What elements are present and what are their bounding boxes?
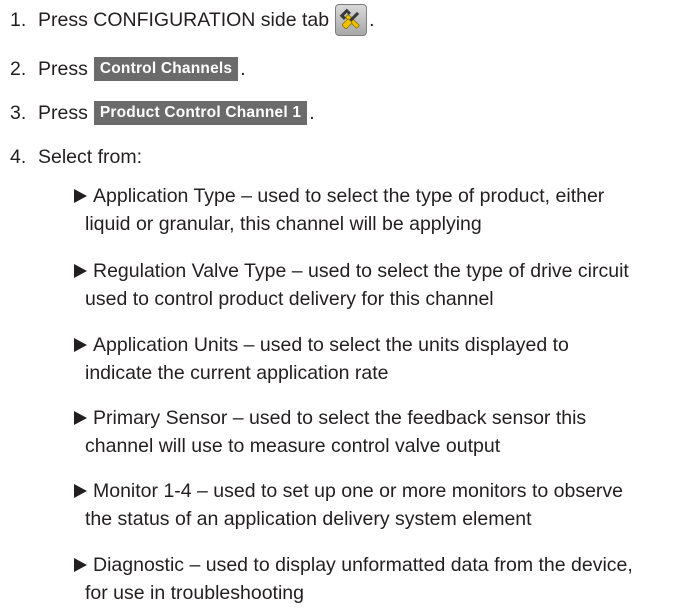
- option-text-line1: Application Units – used to select the u…: [93, 334, 569, 356]
- option-monitor-1-4: Monitor 1-4 – used to set up one or more…: [74, 477, 674, 533]
- step-number: 2.: [10, 58, 27, 80]
- option-text-line2: liquid or granular, this channel will be…: [85, 213, 482, 235]
- option-text-line2: indicate the current application rate: [85, 362, 389, 384]
- option-application-units: Application Units – used to select the u…: [74, 331, 674, 387]
- arrow-bullet-icon: [74, 338, 87, 352]
- step-2: 2. Press Control Channels .: [10, 57, 246, 81]
- option-regulation-valve-type: Regulation Valve Type – used to select t…: [74, 257, 674, 313]
- step-number: 1.: [10, 9, 27, 31]
- configuration-tools-icon[interactable]: [335, 4, 368, 36]
- arrow-bullet-icon: [74, 189, 87, 203]
- step-number: 4.: [10, 146, 27, 168]
- option-text-line1: Diagnostic – used to display unformatted…: [93, 554, 633, 576]
- arrow-bullet-icon: [74, 411, 87, 425]
- control-channels-button[interactable]: Control Channels: [93, 57, 239, 81]
- step-text: Press: [38, 58, 88, 80]
- option-text-line1: Application Type – used to select the ty…: [93, 185, 605, 207]
- option-application-type: Application Type – used to select the ty…: [74, 182, 674, 238]
- option-text-line1: Monitor 1-4 – used to set up one or more…: [93, 480, 624, 502]
- step-text: Press: [38, 102, 88, 124]
- arrow-bullet-icon: [74, 264, 87, 278]
- option-diagnostic: Diagnostic – used to display unformatted…: [74, 551, 674, 607]
- step-1: 1. Press CONFIGURATION side tab .: [10, 4, 375, 36]
- instruction-page: 1. Press CONFIGURATION side tab . 2. Pre…: [0, 0, 679, 614]
- option-text-line1: Regulation Valve Type – used to select t…: [93, 260, 629, 282]
- step-text: Select from:: [38, 146, 143, 168]
- arrow-bullet-icon: [74, 484, 87, 498]
- step-terminator: .: [309, 102, 315, 124]
- step-4: 4. Select from:: [10, 145, 142, 169]
- step-terminator: .: [369, 9, 375, 31]
- arrow-bullet-icon: [74, 558, 87, 572]
- step-text: Press CONFIGURATION side tab: [38, 9, 330, 31]
- product-control-channel-1-button[interactable]: Product Control Channel 1: [93, 101, 308, 125]
- step-terminator: .: [240, 58, 246, 80]
- step-number: 3.: [10, 102, 27, 124]
- option-text-line1: Primary Sensor – used to select the feed…: [93, 407, 587, 429]
- option-primary-sensor: Primary Sensor – used to select the feed…: [74, 404, 674, 460]
- option-text-line2: used to control product delivery for thi…: [85, 288, 494, 310]
- step-3: 3. Press Product Control Channel 1 .: [10, 101, 315, 125]
- option-text-line2: for use in troubleshooting: [85, 582, 304, 604]
- option-text-line2: the status of an application delivery sy…: [85, 508, 532, 530]
- option-text-line2: channel will use to measure control valv…: [85, 435, 501, 457]
